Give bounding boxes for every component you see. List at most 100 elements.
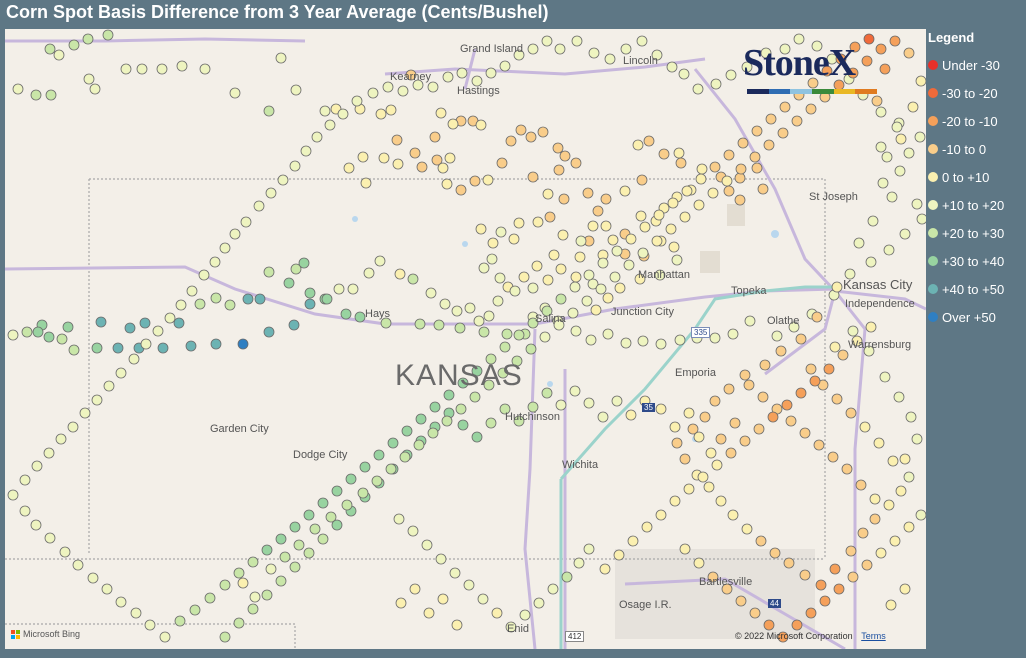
basis-point[interactable] (496, 157, 508, 169)
basis-point[interactable] (505, 135, 517, 147)
basis-point[interactable] (494, 272, 506, 284)
basis-point[interactable] (423, 607, 435, 619)
basis-point[interactable] (671, 437, 683, 449)
basis-point[interactable] (242, 293, 254, 305)
basis-point[interactable] (541, 387, 553, 399)
legend-item[interactable]: Over +50 (928, 303, 1024, 331)
basis-point[interactable] (427, 427, 439, 439)
basis-point[interactable] (351, 95, 363, 107)
basis-point[interactable] (636, 174, 648, 186)
basis-point[interactable] (437, 593, 449, 605)
basis-point[interactable] (173, 317, 185, 329)
basis-point[interactable] (710, 78, 722, 90)
basis-point[interactable] (795, 387, 807, 399)
basis-point[interactable] (635, 210, 647, 222)
basis-point[interactable] (456, 67, 468, 79)
basis-point[interactable] (547, 583, 559, 595)
basis-point[interactable] (561, 571, 573, 583)
basis-point[interactable] (734, 172, 746, 184)
basis-point[interactable] (916, 213, 926, 225)
basis-point[interactable] (360, 177, 372, 189)
basis-point[interactable] (894, 165, 906, 177)
basis-point[interactable] (475, 223, 487, 235)
basis-point[interactable] (354, 311, 366, 323)
basis-point[interactable] (893, 391, 905, 403)
basis-point[interactable] (665, 223, 677, 235)
basis-point[interactable] (537, 126, 549, 138)
basis-point[interactable] (229, 87, 241, 99)
basis-point[interactable] (757, 391, 769, 403)
basis-point[interactable] (683, 407, 695, 419)
basis-point[interactable] (627, 535, 639, 547)
basis-point[interactable] (567, 307, 579, 319)
map-canvas[interactable]: Grand Island Kearney Hastings Lincoln St… (5, 29, 926, 649)
basis-point[interactable] (583, 269, 595, 281)
basis-point[interactable] (373, 449, 385, 461)
basis-point[interactable] (829, 563, 841, 575)
basis-point[interactable] (911, 198, 923, 210)
basis-point[interactable] (482, 174, 494, 186)
basis-point[interactable] (7, 489, 19, 501)
basis-point[interactable] (120, 63, 132, 75)
basis-point[interactable] (277, 174, 289, 186)
basis-point[interactable] (791, 619, 803, 631)
basis-point[interactable] (189, 604, 201, 616)
basis-point[interactable] (785, 415, 797, 427)
basis-point[interactable] (525, 131, 537, 143)
basis-point[interactable] (289, 521, 301, 533)
basis-point[interactable] (56, 333, 68, 345)
basis-point[interactable] (414, 318, 426, 330)
basis-point[interactable] (492, 295, 504, 307)
basis-point[interactable] (675, 157, 687, 169)
basis-point[interactable] (303, 509, 315, 521)
basis-point[interactable] (340, 308, 352, 320)
basis-point[interactable] (695, 173, 707, 185)
basis-point[interactable] (159, 631, 171, 643)
basis-point[interactable] (62, 321, 74, 333)
legend-item[interactable]: Under -30 (928, 51, 1024, 79)
basis-point[interactable] (416, 161, 428, 173)
basis-point[interactable] (249, 591, 261, 603)
basis-point[interactable] (619, 185, 631, 197)
basis-point[interactable] (532, 216, 544, 228)
basis-point[interactable] (385, 463, 397, 475)
basis-point[interactable] (735, 595, 747, 607)
basis-point[interactable] (914, 131, 926, 143)
basis-point[interactable] (571, 35, 583, 47)
basis-point[interactable] (176, 60, 188, 72)
basis-point[interactable] (837, 349, 849, 361)
legend-item[interactable]: -20 to -10 (928, 107, 1024, 135)
basis-point[interactable] (869, 493, 881, 505)
basis-point[interactable] (331, 485, 343, 497)
basis-point[interactable] (555, 399, 567, 411)
basis-point[interactable] (632, 139, 644, 151)
basis-point[interactable] (739, 369, 751, 381)
basis-point[interactable] (600, 220, 612, 232)
basis-point[interactable] (679, 453, 691, 465)
basis-point[interactable] (865, 321, 877, 333)
basis-point[interactable] (590, 304, 602, 316)
basis-point[interactable] (359, 461, 371, 473)
basis-point[interactable] (666, 61, 678, 73)
basis-point[interactable] (394, 268, 406, 280)
basis-point[interactable] (723, 383, 735, 395)
basis-point[interactable] (237, 577, 249, 589)
basis-point[interactable] (859, 421, 871, 433)
basis-point[interactable] (725, 447, 737, 459)
basis-point[interactable] (261, 544, 273, 556)
terms-link[interactable]: Terms (861, 631, 886, 641)
basis-point[interactable] (604, 53, 616, 65)
basis-point[interactable] (209, 256, 221, 268)
basis-point[interactable] (289, 561, 301, 573)
basis-point[interactable] (805, 103, 817, 115)
basis-point[interactable] (620, 43, 632, 55)
basis-point[interactable] (509, 285, 521, 297)
basis-point[interactable] (508, 233, 520, 245)
basis-point[interactable] (44, 532, 56, 544)
basis-point[interactable] (873, 437, 885, 449)
basis-point[interactable] (265, 563, 277, 575)
basis-point[interactable] (555, 263, 567, 275)
basis-point[interactable] (805, 363, 817, 375)
basis-point[interactable] (219, 579, 231, 591)
basis-point[interactable] (433, 319, 445, 331)
